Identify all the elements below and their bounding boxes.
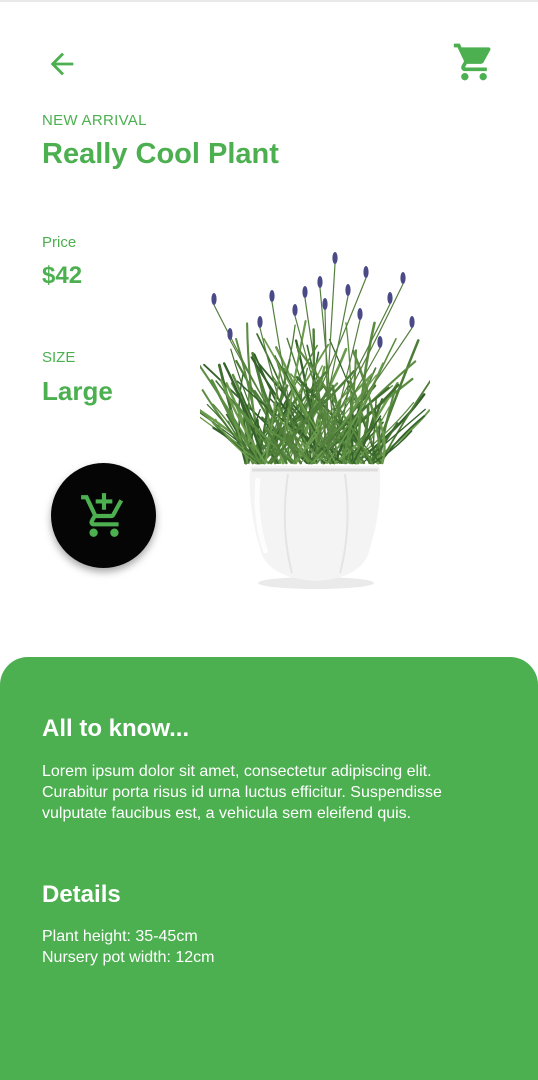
info-panel: All to know... Lorem ipsum dolor sit ame… xyxy=(0,657,538,1080)
add-to-cart-button[interactable] xyxy=(51,463,156,568)
lavender-bloom xyxy=(227,328,233,340)
pot-width-detail: Nursery pot width: 12cm xyxy=(42,949,215,966)
size-label: SIZE xyxy=(42,349,76,366)
size-value: Large xyxy=(42,376,113,406)
lavender-bloom xyxy=(317,276,323,288)
arrow-left-icon xyxy=(50,52,74,76)
price-label: Price xyxy=(42,234,77,251)
lavender-bloom xyxy=(400,272,406,284)
product-title: Really Cool Plant xyxy=(42,138,279,170)
shopping-cart-icon xyxy=(453,43,491,81)
lavender-bloom xyxy=(322,298,328,310)
lavender-bloom xyxy=(332,252,338,264)
details-title: Details xyxy=(42,881,121,908)
lavender-bloom xyxy=(377,336,383,348)
lavender-bloom xyxy=(257,316,263,328)
add-shopping-cart-icon xyxy=(80,492,123,537)
lavender-bloom xyxy=(211,293,217,305)
lavender-stems xyxy=(200,263,430,465)
lavender-bloom xyxy=(357,308,363,320)
lavender-bloom xyxy=(292,304,298,316)
price-value: $42 xyxy=(42,262,83,289)
plant-image xyxy=(200,252,430,589)
cart-button[interactable] xyxy=(450,38,498,86)
lavender-bloom xyxy=(302,286,308,298)
lavender-bloom xyxy=(345,284,351,296)
about-title: All to know... xyxy=(42,715,190,742)
about-line: vulputate faucibus est, a vehicula sem e… xyxy=(42,805,412,822)
plant-height-detail: Plant height: 35-45cm xyxy=(42,928,198,945)
about-description: Lorem ipsum dolor sit amet, consectetur … xyxy=(42,761,512,824)
top-divider xyxy=(0,0,538,2)
product-detail-screen: NEW ARRIVAL Really Cool Plant Price $42 … xyxy=(0,0,538,1080)
back-button[interactable] xyxy=(40,42,84,86)
new-arrival-label: NEW ARRIVAL xyxy=(42,112,147,129)
about-line: Lorem ipsum dolor sit amet, consectetur … xyxy=(42,763,432,780)
lavender-bloom xyxy=(409,316,415,328)
lavender-bloom xyxy=(363,266,369,278)
plant-pot xyxy=(249,466,381,589)
details-list: Plant height: 35-45cm Nursery pot width:… xyxy=(42,926,512,968)
lavender-bloom xyxy=(387,292,393,304)
about-line: Curabitur porta risus id urna luctus eff… xyxy=(42,784,442,801)
lavender-bloom xyxy=(269,290,275,302)
